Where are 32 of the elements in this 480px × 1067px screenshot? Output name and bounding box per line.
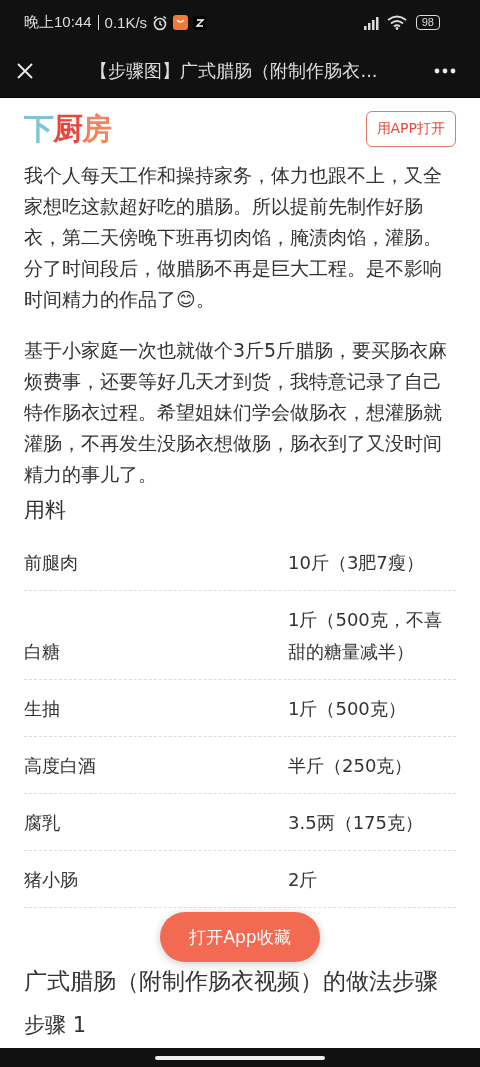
open-app-button[interactable]: 用APP打开 — [365, 111, 456, 147]
logo[interactable]: 下厨房 — [24, 108, 111, 150]
favorite-in-app-button[interactable]: 打开App收藏 — [160, 912, 320, 962]
ingredient-name: 猪小肠 — [24, 868, 79, 892]
ingredient-name: 前腿肉 — [24, 551, 79, 575]
alarm-icon — [152, 14, 169, 31]
steps-heading: 广式腊肠（附制作肠衣视频）的做法步骤 — [24, 967, 439, 996]
ingredient-name: 白糖 — [24, 640, 61, 664]
ingredient-amount: 半斤（250克） — [288, 754, 414, 778]
status-time: 晚上10:44 — [24, 13, 92, 32]
ingredient-name: 高度白酒 — [24, 754, 97, 778]
ingredient-amount: 10斤（3肥7瘦） — [288, 551, 425, 575]
battery-indicator: 98 — [415, 15, 440, 30]
app-icon — [173, 15, 189, 30]
wifi-icon — [386, 15, 407, 30]
intro-paragraph: 基于小家庭一次也就做个3斤5斤腊肠，要买肠衣麻烦费事，还要等好几天才到货，我特意记录了自己特作肠衣过程。希望姐妹们学会做肠衣，想灌肠就灌肠，不再发生没肠衣想做肠，肠衣到了又没时间精力的事儿了。 — [24, 338, 449, 487]
ingredient-amount: 3.5两（175克） — [288, 811, 424, 835]
step-label: 步骤 1 — [24, 1012, 88, 1039]
app-icon — [193, 15, 208, 30]
intro-paragraph: 我个人每天工作和操持家务，体力也跟不上，又全家想吃这款超好吃的腊肠。所以提前先制作好肠衣，第二天傍晚下班再切肉馅，腌渍肉馅，灌肠。分了时间段后，做腊肠不再是巨大工程。是不影响时间精力的作品了😊。 — [24, 163, 443, 312]
home-indicator[interactable] — [155, 1055, 325, 1060]
close-icon[interactable] — [16, 62, 34, 80]
ingredient-amount: 2斤 — [288, 868, 319, 892]
signal-icon — [361, 15, 382, 30]
more-icon[interactable] — [434, 68, 456, 74]
ingredient-amount: 1斤（500克，不喜甜的糖量减半） — [288, 608, 443, 664]
ingredient-amount: 1斤（500克） — [288, 697, 407, 721]
page-title: 【步骤图】广式腊肠（附制作肠衣... — [89, 59, 379, 83]
ingredients-heading: 用料 — [24, 497, 67, 524]
ingredient-name: 腐乳 — [24, 811, 61, 835]
ingredient-name: 生抽 — [24, 697, 61, 721]
network-speed: 0.1K/s — [104, 14, 148, 31]
